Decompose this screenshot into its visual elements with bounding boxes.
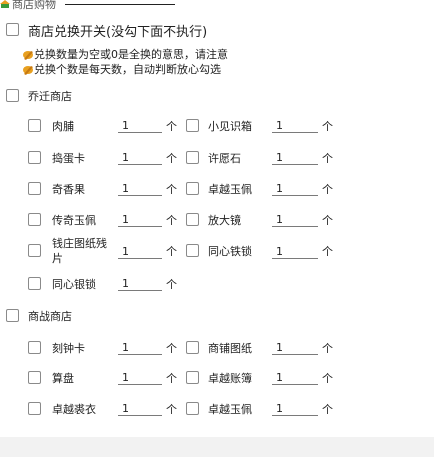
- master-switch-label: 商店兑换开关(没勾下面不执行): [28, 25, 208, 40]
- item-checkbox[interactable]: [28, 341, 41, 354]
- item-name: 肉脯: [52, 120, 74, 133]
- header-divider: [65, 4, 175, 5]
- settings-panel: 商店购物 商店兑换开关(没勾下面不执行) 兑换数量为空或0是全换的意思，请注意 …: [0, 0, 434, 437]
- item-qty-input[interactable]: [118, 371, 162, 385]
- item-unit: 个: [322, 245, 333, 258]
- item-unit: 个: [322, 372, 333, 385]
- item-name: 卓越裘衣: [52, 403, 96, 416]
- item-qty-input[interactable]: [118, 119, 162, 133]
- section-title: 商店购物: [12, 0, 56, 11]
- item-name: 捣蛋卡: [52, 152, 85, 165]
- item-qty-input[interactable]: [118, 245, 162, 259]
- item-checkbox[interactable]: [186, 244, 199, 257]
- item-name: 卓越玉佩: [208, 183, 252, 196]
- item-qty-input[interactable]: [118, 182, 162, 196]
- item-unit: 个: [166, 278, 177, 291]
- item-name: 卓越账簿: [208, 372, 252, 385]
- item-name: 卓越玉佩: [208, 403, 252, 416]
- item-name: 算盘: [52, 372, 74, 385]
- item-name: 刻钟卡: [52, 342, 85, 355]
- item-checkbox[interactable]: [28, 151, 41, 164]
- item-checkbox[interactable]: [28, 371, 41, 384]
- item-qty-input[interactable]: [272, 182, 318, 196]
- item-unit: 个: [166, 245, 177, 258]
- item-name: 钱庄图纸残片: [52, 237, 107, 265]
- item-name: 奇香果: [52, 183, 85, 196]
- item-qty-input[interactable]: [272, 119, 318, 133]
- item-unit: 个: [322, 342, 333, 355]
- item-unit: 个: [322, 403, 333, 416]
- item-unit: 个: [166, 183, 177, 196]
- item-checkbox[interactable]: [28, 277, 41, 290]
- item-qty-input[interactable]: [272, 341, 318, 355]
- item-unit: 个: [166, 214, 177, 227]
- item-name: 小见识箱: [208, 120, 252, 133]
- shop1-label: 乔迁商店: [28, 90, 72, 103]
- item-checkbox[interactable]: [186, 182, 199, 195]
- item-name: 许愿石: [208, 152, 241, 165]
- item-qty-input[interactable]: [272, 151, 318, 165]
- item-name: 同心银锁: [52, 278, 96, 291]
- item-qty-input[interactable]: [118, 277, 162, 291]
- item-checkbox[interactable]: [186, 371, 199, 384]
- item-checkbox[interactable]: [186, 341, 199, 354]
- item-qty-input[interactable]: [118, 151, 162, 165]
- item-unit: 个: [166, 372, 177, 385]
- item-checkbox[interactable]: [28, 182, 41, 195]
- pencil-note-icon: [23, 66, 33, 75]
- item-checkbox[interactable]: [186, 213, 199, 226]
- item-checkbox[interactable]: [28, 244, 41, 257]
- item-qty-input[interactable]: [118, 341, 162, 355]
- item-checkbox[interactable]: [186, 119, 199, 132]
- master-switch-checkbox[interactable]: [6, 23, 19, 36]
- item-qty-input[interactable]: [118, 213, 162, 227]
- item-unit: 个: [166, 152, 177, 165]
- item-qty-input[interactable]: [272, 213, 318, 227]
- shop2-checkbox[interactable]: [6, 309, 19, 322]
- item-qty-input[interactable]: [118, 402, 162, 416]
- item-unit: 个: [322, 183, 333, 196]
- item-name: 同心铁锁: [208, 245, 252, 258]
- note-text: 兑换个数是每天数，自动判断放心勾选: [34, 63, 221, 76]
- item-checkbox[interactable]: [28, 119, 41, 132]
- item-unit: 个: [322, 152, 333, 165]
- shop-bag-icon: [0, 0, 10, 8]
- item-unit: 个: [322, 214, 333, 227]
- item-name: 放大镜: [208, 214, 241, 227]
- item-unit: 个: [166, 342, 177, 355]
- item-checkbox[interactable]: [186, 402, 199, 415]
- item-qty-input[interactable]: [272, 245, 318, 259]
- item-qty-input[interactable]: [272, 371, 318, 385]
- shop1-checkbox[interactable]: [6, 89, 19, 102]
- item-unit: 个: [166, 120, 177, 133]
- shop2-label: 商战商店: [28, 310, 72, 323]
- note-text: 兑换数量为空或0是全换的意思，请注意: [34, 48, 228, 61]
- item-checkbox[interactable]: [28, 213, 41, 226]
- item-name: 商铺图纸: [208, 342, 252, 355]
- item-checkbox[interactable]: [28, 402, 41, 415]
- pencil-note-icon: [23, 51, 33, 60]
- item-unit: 个: [166, 403, 177, 416]
- item-qty-input[interactable]: [272, 402, 318, 416]
- item-checkbox[interactable]: [186, 151, 199, 164]
- item-unit: 个: [322, 120, 333, 133]
- item-name: 传奇玉佩: [52, 214, 96, 227]
